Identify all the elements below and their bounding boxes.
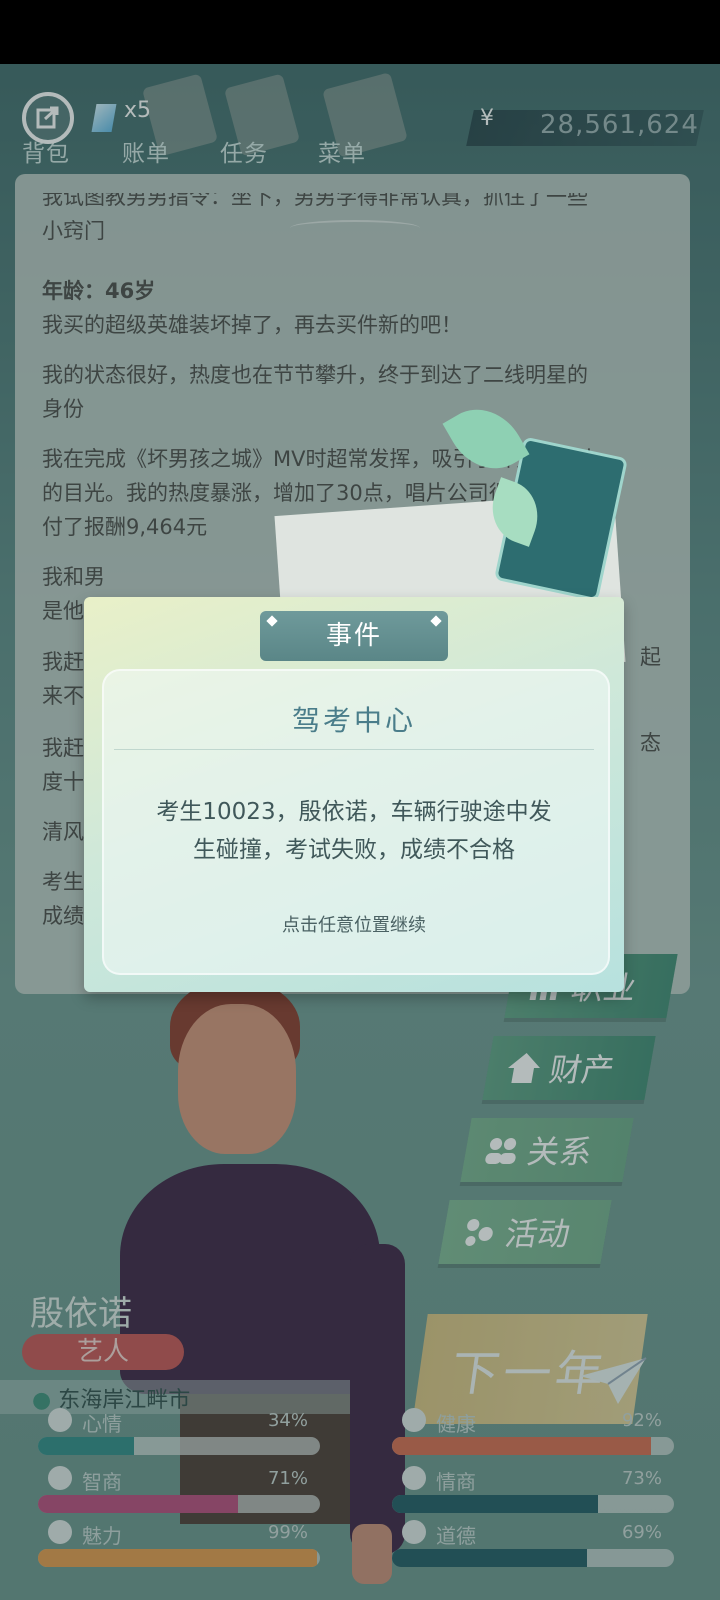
event-body: 考生10023，殷依诺，车辆行驶途中发 生碰撞，考试失败，成绩不合格	[124, 793, 584, 869]
event-modal[interactable]: 事件 驾考中心 考生10023，殷依诺，车辆行驶途中发 生碰撞，考试失败，成绩不…	[84, 597, 624, 992]
event-title: 驾考中心	[291, 704, 416, 737]
event-body-line: 生碰撞，考试失败，成绩不合格	[193, 837, 515, 863]
event-body-line: 考生10023，殷依诺，车辆行驶途中发	[156, 799, 552, 825]
status-bar	[0, 0, 720, 64]
event-divider	[114, 749, 594, 750]
continue-hint[interactable]: 点击任意位置继续	[84, 911, 624, 937]
event-modal-header: 事件	[260, 611, 448, 661]
game-screen[interactable]: 背包 账单 任务 菜单 x5 ¥ 28,561,624 我试图教男男指令：坐下，…	[0, 64, 720, 1600]
